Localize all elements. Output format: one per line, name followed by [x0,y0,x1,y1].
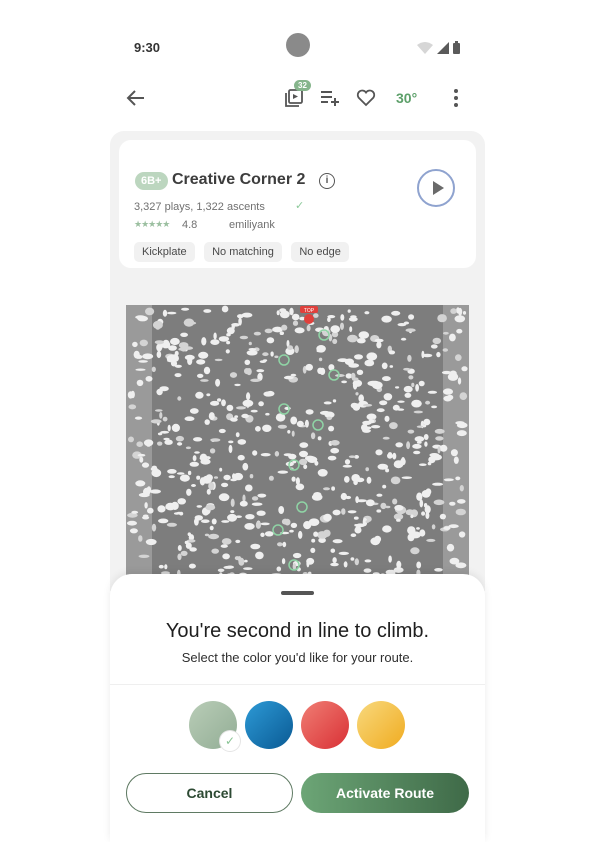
play-queue-icon [285,89,303,107]
divider [110,684,485,685]
back-arrow-icon[interactable] [126,88,146,113]
tag-kickplate: Kickplate [134,242,195,262]
color-select-sheet: You're second in line to climb. Select t… [110,574,485,842]
color-swatch-blue[interactable] [245,701,293,749]
sheet-subheading: Select the color you'd like for your rou… [181,650,414,665]
info-icon[interactable]: i [319,173,335,189]
color-swatch-red[interactable] [301,701,349,749]
status-bar: 9:30 [110,30,485,62]
tag-no-edge: No edge [291,242,349,262]
climbing-wall-image[interactable]: TOP [126,305,469,585]
route-rating: 4.8 [182,219,198,231]
queue-count-badge: 32 [294,80,311,91]
wall-holds-graphic: TOP [126,305,469,585]
status-time: 9:30 [134,40,161,55]
cancel-button[interactable]: Cancel [126,773,293,813]
ascent-check-icon: ✓ [295,200,305,212]
route-tags: Kickplate No matching No edge [134,242,354,262]
more-options-icon[interactable] [453,88,459,113]
route-title: Creative Corner 2 [172,171,306,188]
play-button[interactable] [417,169,455,207]
play-icon [433,181,444,195]
camera-cutout [286,33,310,57]
activate-route-button[interactable]: Activate Route [301,773,469,813]
favorite-heart-icon[interactable] [356,89,376,112]
drag-handle[interactable] [281,591,314,595]
grade-badge: 6B+ [135,172,168,190]
add-to-list-icon[interactable] [320,89,340,112]
route-info-card: 6B+ Creative Corner 2 i 3,327 plays, 1,3… [119,140,476,268]
wifi-signal-battery-icon [417,41,460,54]
route-stats: 3,327 plays, 1,322 ascents [134,201,265,213]
svg-text:TOP: TOP [304,308,315,314]
app-bar: 32 30° [110,80,485,120]
queue-button[interactable] [284,88,304,113]
selected-check-icon: ✓ [220,731,240,751]
rating-stars-icon: ★★★★★ [134,219,170,229]
tag-no-matching: No matching [204,242,282,262]
color-swatch-yellow[interactable] [357,701,405,749]
sheet-heading: You're second in line to climb. [165,620,430,642]
wall-angle-button[interactable]: 30° [396,90,417,106]
route-panel: 6B+ Creative Corner 2 i 3,327 plays, 1,3… [110,131,485,591]
system-icons [415,41,461,60]
route-setter[interactable]: emiliyank [229,219,275,231]
